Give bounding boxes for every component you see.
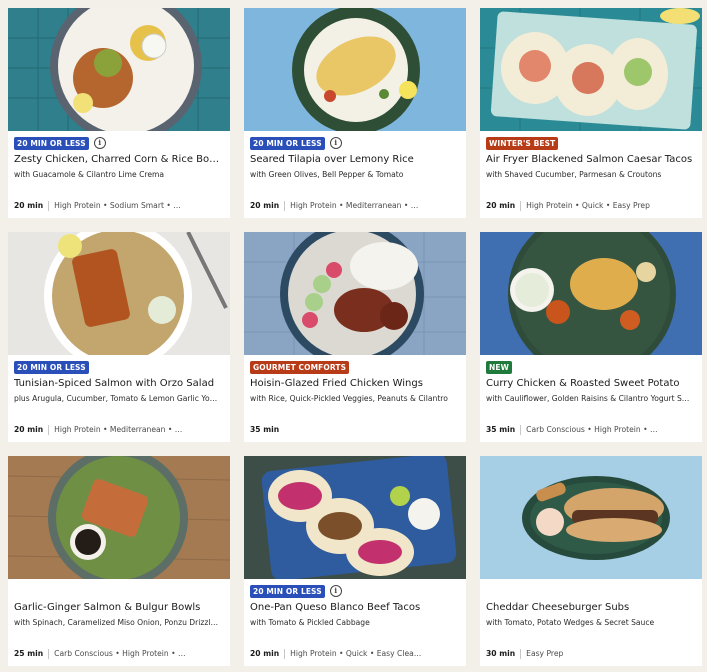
recipe-title[interactable]: Air Fryer Blackened Salmon Caesar Tacos bbox=[486, 153, 698, 167]
tag-row: NEW bbox=[486, 360, 512, 374]
recipe-meta: 35 min Carb Conscious • High Protein • … bbox=[486, 424, 698, 435]
recipe-photo[interactable] bbox=[8, 456, 230, 579]
recipe-title[interactable]: Zesty Chicken, Charred Corn & Rice Bo… bbox=[14, 153, 226, 167]
recipe-photo[interactable] bbox=[244, 8, 466, 131]
divider bbox=[48, 424, 50, 435]
recipe-meta: 20 min High Protein • Mediterranean • … bbox=[14, 424, 226, 435]
recipe-card[interactable]: WINTER'S BEST Air Fryer Blackened Salmon… bbox=[480, 8, 702, 218]
cook-time: 20 min bbox=[250, 201, 280, 210]
tag-row: WINTER'S BEST bbox=[486, 136, 559, 150]
recipe-grid: 20 MIN OR LESS i Zesty Chicken, Charred … bbox=[0, 0, 707, 672]
recipe-tags: Carb Conscious • High Protein • … bbox=[526, 425, 658, 434]
recipe-card[interactable]: Cheddar Cheeseburger Subs with Tomato, P… bbox=[480, 456, 702, 666]
info-icon[interactable]: i bbox=[329, 585, 342, 597]
recipe-tags: High Protein • Quick • Easy Prep bbox=[526, 201, 650, 210]
recipe-title[interactable]: Seared Tilapia over Lemony Rice bbox=[250, 153, 462, 167]
recipe-meta: 25 min Carb Conscious • High Protein • … bbox=[14, 648, 226, 659]
recipe-subtitle: with Tomato, Potato Wedges & Secret Sauc… bbox=[486, 618, 655, 627]
cook-time: 20 min bbox=[486, 201, 516, 210]
cook-time: 20 min bbox=[14, 425, 44, 434]
recipe-subtitle: with Cauliflower, Golden Raisins & Cilan… bbox=[486, 394, 690, 403]
recipe-subtitle: with Guacamole & Cilantro Lime Crema bbox=[14, 170, 165, 179]
recipe-tags: High Protein • Sodium Smart • … bbox=[54, 201, 181, 210]
recipe-tags: High Protein • Mediterranean • … bbox=[54, 425, 183, 434]
recipe-title[interactable]: Cheddar Cheeseburger Subs bbox=[486, 601, 698, 615]
recipe-subtitle: with Spinach, Caramelized Miso Onion, Po… bbox=[14, 618, 219, 627]
cook-time: 20 min bbox=[14, 201, 44, 210]
info-icon[interactable]: i bbox=[329, 137, 342, 149]
recipe-photo[interactable] bbox=[244, 232, 466, 355]
promo-badge: NEW bbox=[486, 360, 512, 374]
recipe-meta: 20 min High Protein • Quick • Easy Prep bbox=[486, 200, 698, 211]
cook-time: 20 min bbox=[250, 649, 280, 658]
recipe-card[interactable]: 20 MIN OR LESS i One-Pan Queso Blanco Be… bbox=[244, 456, 466, 666]
recipe-subtitle: with Rice, Quick-Pickled Veggies, Peanut… bbox=[250, 394, 448, 403]
promo-badge: 20 MIN OR LESS bbox=[14, 360, 89, 374]
recipe-subtitle: with Shaved Cucumber, Parmesan & Crouton… bbox=[486, 170, 662, 179]
recipe-meta: 20 min High Protein • Quick • Easy Clea… bbox=[250, 648, 462, 659]
recipe-photo[interactable] bbox=[244, 456, 466, 579]
recipe-card[interactable]: GOURMET COMFORTS Hoisin-Glazed Fried Chi… bbox=[244, 232, 466, 442]
recipe-card[interactable]: NEW Curry Chicken & Roasted Sweet Potato… bbox=[480, 232, 702, 442]
cook-time: 35 min bbox=[486, 425, 516, 434]
recipe-tags: High Protein • Quick • Easy Clea… bbox=[290, 649, 422, 658]
promo-badge: 20 MIN OR LESS bbox=[14, 136, 89, 150]
recipe-subtitle: with Tomato & Pickled Cabbage bbox=[250, 618, 370, 627]
recipe-photo[interactable] bbox=[480, 8, 702, 131]
recipe-photo[interactable] bbox=[8, 232, 230, 355]
recipe-photo[interactable] bbox=[480, 456, 702, 579]
tag-row: GOURMET COMFORTS bbox=[250, 360, 350, 374]
recipe-photo[interactable] bbox=[480, 232, 702, 355]
recipe-tags: Easy Prep bbox=[526, 649, 564, 658]
recipe-title[interactable]: Garlic-Ginger Salmon & Bulgur Bowls bbox=[14, 601, 226, 615]
recipe-title[interactable]: Curry Chicken & Roasted Sweet Potato bbox=[486, 377, 698, 391]
tag-row: 20 MIN OR LESS i bbox=[14, 136, 106, 150]
recipe-title[interactable]: Tunisian-Spiced Salmon with Orzo Salad bbox=[14, 377, 226, 391]
divider bbox=[284, 648, 286, 659]
recipe-card[interactable]: 20 MIN OR LESS i Zesty Chicken, Charred … bbox=[8, 8, 230, 218]
recipe-meta: 35 min bbox=[250, 424, 462, 435]
divider bbox=[520, 200, 522, 211]
recipe-meta: 20 min High Protein • Sodium Smart • … bbox=[14, 200, 226, 211]
recipe-photo[interactable] bbox=[8, 8, 230, 131]
tag-row: 20 MIN OR LESS i bbox=[250, 136, 342, 150]
divider bbox=[284, 200, 286, 211]
promo-badge: 20 MIN OR LESS bbox=[250, 136, 325, 150]
recipe-card[interactable]: 20 MIN OR LESS i Seared Tilapia over Lem… bbox=[244, 8, 466, 218]
promo-badge: GOURMET COMFORTS bbox=[250, 360, 350, 374]
recipe-subtitle: plus Arugula, Cucumber, Tomato & Lemon G… bbox=[14, 394, 218, 403]
recipe-subtitle: with Green Olives, Bell Pepper & Tomato bbox=[250, 170, 404, 179]
cook-time: 25 min bbox=[14, 649, 44, 658]
recipe-tags: Carb Conscious • High Protein • … bbox=[54, 649, 186, 658]
divider bbox=[48, 648, 50, 659]
recipe-card[interactable]: 20 MIN OR LESS Tunisian-Spiced Salmon wi… bbox=[8, 232, 230, 442]
info-icon[interactable]: i bbox=[93, 137, 106, 149]
recipe-tags: High Protein • Mediterranean • … bbox=[290, 201, 419, 210]
cook-time: 35 min bbox=[250, 425, 280, 434]
divider bbox=[520, 424, 522, 435]
recipe-card[interactable]: Garlic-Ginger Salmon & Bulgur Bowls with… bbox=[8, 456, 230, 666]
promo-badge: 20 MIN OR LESS bbox=[250, 584, 325, 598]
recipe-meta: 30 min Easy Prep bbox=[486, 648, 698, 659]
recipe-title[interactable]: One-Pan Queso Blanco Beef Tacos bbox=[250, 601, 462, 615]
recipe-title[interactable]: Hoisin-Glazed Fried Chicken Wings bbox=[250, 377, 462, 391]
promo-badge: WINTER'S BEST bbox=[486, 136, 559, 150]
tag-row: 20 MIN OR LESS i bbox=[250, 584, 342, 598]
recipe-meta: 20 min High Protein • Mediterranean • … bbox=[250, 200, 462, 211]
divider bbox=[48, 200, 50, 211]
cook-time: 30 min bbox=[486, 649, 516, 658]
divider bbox=[520, 648, 522, 659]
tag-row: 20 MIN OR LESS bbox=[14, 360, 89, 374]
